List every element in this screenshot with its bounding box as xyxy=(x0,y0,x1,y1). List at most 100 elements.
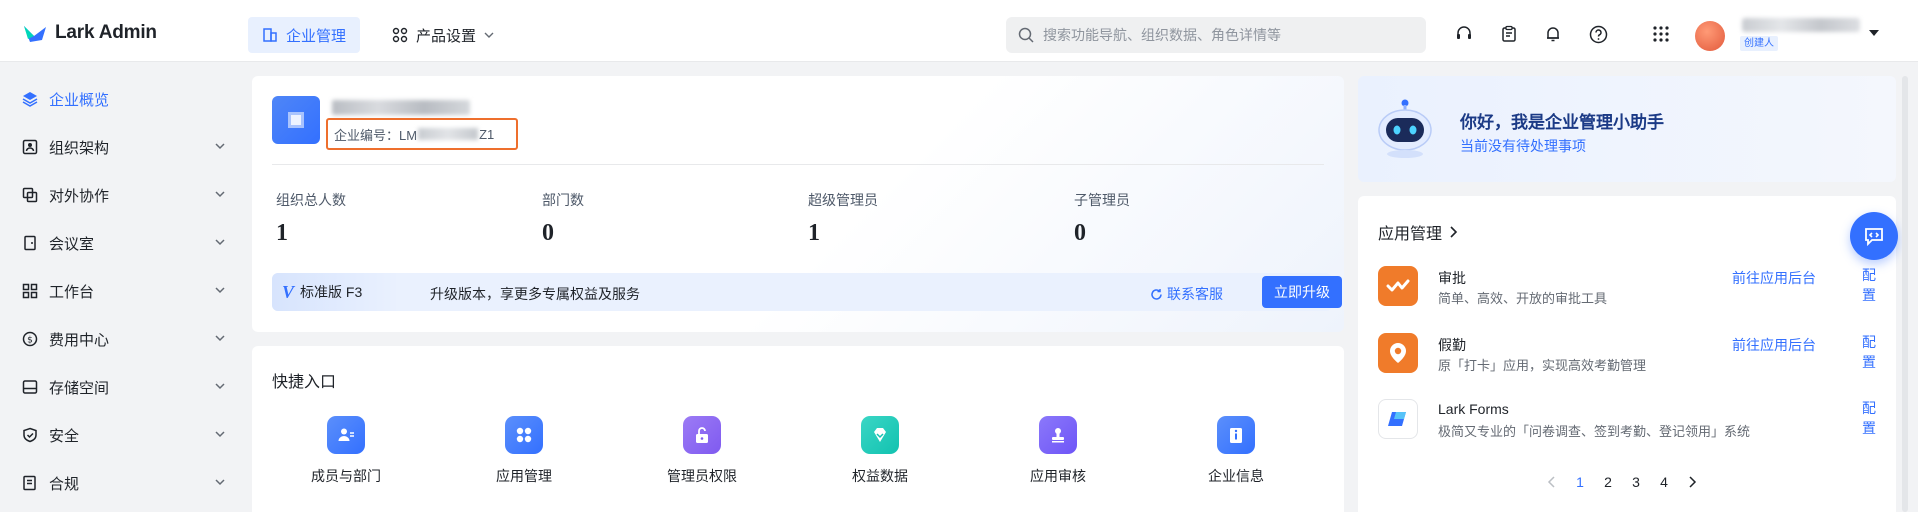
sidebar-item-label: 安全 xyxy=(49,427,80,445)
settings-cluster-icon xyxy=(392,27,408,43)
quick-access-card: 快捷入口 成员与部门 应用管理 管理员权限 权益数据 应用审核 企业信息 xyxy=(252,346,1344,512)
quick-item-label: 应用审核 xyxy=(1030,468,1086,484)
sidebar-item-label: 工作台 xyxy=(49,283,95,301)
app-description: 简单、高效、开放的审批工具 xyxy=(1438,291,1608,306)
clipboard-icon[interactable] xyxy=(1499,24,1519,44)
stat-label: 子管理员 xyxy=(1074,192,1130,208)
stat-super-admins: 超级管理员 1 xyxy=(808,190,878,247)
version-label: 标准版 F3 xyxy=(300,284,363,300)
svg-text:$: $ xyxy=(27,336,33,346)
user-name-redacted xyxy=(1742,18,1860,32)
go-to-app-backend-link[interactable]: 前往应用后台 xyxy=(1732,268,1816,288)
building-icon xyxy=(288,112,304,128)
quick-item-members[interactable]: 成员与部门 xyxy=(286,416,406,486)
stat-value: 0 xyxy=(542,220,554,246)
dollar-icon: $ xyxy=(22,331,38,347)
quick-access-title: 快捷入口 xyxy=(272,374,337,391)
stat-label: 超级管理员 xyxy=(808,192,878,208)
sidebar-item-label: 存储空间 xyxy=(49,379,110,397)
version-badge: V 标准版 F3 xyxy=(272,273,400,311)
upgrade-banner: V 标准版 F3 升级版本，享更多专属权益及服务 联系客服 立即升级 xyxy=(272,273,1342,311)
enterprise-logo xyxy=(272,96,320,144)
chevron-down-icon xyxy=(215,383,225,390)
floating-code-button[interactable] xyxy=(1850,212,1898,260)
sidebar-item-overview[interactable]: 企业概览 xyxy=(0,75,240,123)
sidebar-item-workplace[interactable]: 工作台 xyxy=(0,267,240,315)
tab-enterprise-management[interactable]: 企业管理 xyxy=(248,17,361,53)
stat-departments: 部门数 0 xyxy=(542,190,584,247)
robot-icon xyxy=(1378,99,1432,158)
tab-product-settings[interactable]: 产品设置 xyxy=(378,17,508,53)
code-chat-icon xyxy=(1865,228,1883,247)
quick-item-enterprise-info[interactable]: 企业信息 xyxy=(1176,416,1296,486)
stat-value: 0 xyxy=(1074,220,1086,246)
page-1[interactable]: 1 xyxy=(1566,474,1594,490)
configure-link[interactable]: 配置 xyxy=(1862,398,1878,438)
sidebar-item-org[interactable]: 组织架构 xyxy=(0,123,240,171)
app-row-attendance: 假勤 原「打卡」应用，实现高效考勤管理 前往应用后台 配置 xyxy=(1378,333,1878,377)
page-3[interactable]: 3 xyxy=(1622,474,1650,490)
sidebar-item-storage[interactable]: 存储空间 xyxy=(0,363,240,411)
app-row-lark-forms: Lark Forms 极简又专业的「问卷调查、签到考勤、登记领用」系统 配置 xyxy=(1378,399,1878,443)
org-icon xyxy=(22,139,38,155)
app-row-approval: 审批 简单、高效、开放的审批工具 前往应用后台 配置 xyxy=(1378,266,1878,310)
quick-item-admin-permissions[interactable]: 管理员权限 xyxy=(642,416,762,486)
configure-link[interactable]: 配置 xyxy=(1862,332,1878,372)
stat-sub-admins: 子管理员 0 xyxy=(1074,190,1130,247)
app-name: 假勤 xyxy=(1438,337,1466,353)
app-description: 原「打卡」应用，实现高效考勤管理 xyxy=(1438,358,1647,373)
quick-item-app-review[interactable]: 应用审核 xyxy=(998,416,1118,486)
refresh-icon xyxy=(1151,288,1162,300)
top-bar: Lark Admin 企业管理 产品设置 创建人 xyxy=(0,0,1918,62)
upgrade-button[interactable]: 立即升级 xyxy=(1262,276,1342,308)
quick-item-app-management[interactable]: 应用管理 xyxy=(464,416,584,486)
sidebar-item-security[interactable]: 安全 xyxy=(0,411,240,459)
configure-link[interactable]: 配置 xyxy=(1862,265,1878,305)
chevron-down-icon xyxy=(215,479,225,486)
quick-item-label: 权益数据 xyxy=(852,468,908,484)
unlock-icon xyxy=(683,416,721,454)
sidebar-item-billing[interactable]: $ 费用中心 xyxy=(0,315,240,363)
assistant-card: 你好，我是企业管理小助手 当前没有待处理事项 xyxy=(1358,76,1896,182)
divider xyxy=(272,164,1324,165)
bell-icon[interactable] xyxy=(1543,24,1563,44)
go-to-app-backend-link[interactable]: 前往应用后台 xyxy=(1732,335,1816,355)
sidebar-item-label: 合规 xyxy=(49,475,80,493)
sidebar-item-meeting-room[interactable]: 会议室 xyxy=(0,219,240,267)
chevron-left-icon[interactable] xyxy=(1538,476,1566,488)
collab-icon xyxy=(22,187,38,203)
forms-icon xyxy=(1378,399,1418,439)
upgrade-text: 升级版本，享更多专属权益及服务 xyxy=(430,286,640,302)
app-management-header[interactable]: 应用管理 xyxy=(1378,220,1458,244)
logo-text: Lark Admin xyxy=(55,22,157,43)
user-role-badge: 创建人 xyxy=(1740,36,1778,51)
assistant-subtitle[interactable]: 当前没有待处理事项 xyxy=(1460,136,1586,156)
logo[interactable]: Lark Admin xyxy=(22,22,157,44)
enterprise-name-redacted xyxy=(332,100,470,115)
grid-icon[interactable] xyxy=(1651,24,1671,44)
enterprise-overview-card: 企业编号：LM Z1 组织总人数 1 部门数 0 超级管理员 1 子管理员 0 V… xyxy=(252,76,1344,332)
app-management-card: 应用管理 审批 简单、高效、开放的审批工具 前往应用后台 配置 假勤 原「打卡」… xyxy=(1358,196,1896,512)
contact-support-link[interactable]: 联系客服 xyxy=(1150,284,1223,304)
sidebar-item-collab[interactable]: 对外协作 xyxy=(0,171,240,219)
enterprise-id: 企业编号：LM Z1 xyxy=(326,118,518,150)
lark-logo-icon xyxy=(24,26,46,42)
scrollbar[interactable] xyxy=(1902,76,1908,512)
assistant-title: 你好，我是企业管理小助手 xyxy=(1460,113,1664,132)
location-pin-icon xyxy=(1378,333,1418,373)
help-icon[interactable] xyxy=(1588,24,1608,44)
quick-item-benefits-data[interactable]: 权益数据 xyxy=(820,416,940,486)
storage-icon xyxy=(22,380,38,394)
headset-icon[interactable] xyxy=(1454,24,1474,44)
caret-down-icon[interactable] xyxy=(1868,28,1880,38)
sidebar-item-label: 费用中心 xyxy=(49,331,110,349)
pagination: 1 2 3 4 xyxy=(1538,474,1706,490)
sidebar-item-label: 对外协作 xyxy=(49,187,110,205)
sidebar-item-compliance[interactable]: 合规 xyxy=(0,459,240,507)
avatar[interactable] xyxy=(1695,21,1725,51)
search-bar[interactable] xyxy=(1006,17,1426,53)
page-2[interactable]: 2 xyxy=(1594,474,1622,490)
chevron-right-icon[interactable] xyxy=(1678,476,1706,488)
search-input[interactable] xyxy=(1043,27,1413,43)
page-4[interactable]: 4 xyxy=(1650,474,1678,490)
